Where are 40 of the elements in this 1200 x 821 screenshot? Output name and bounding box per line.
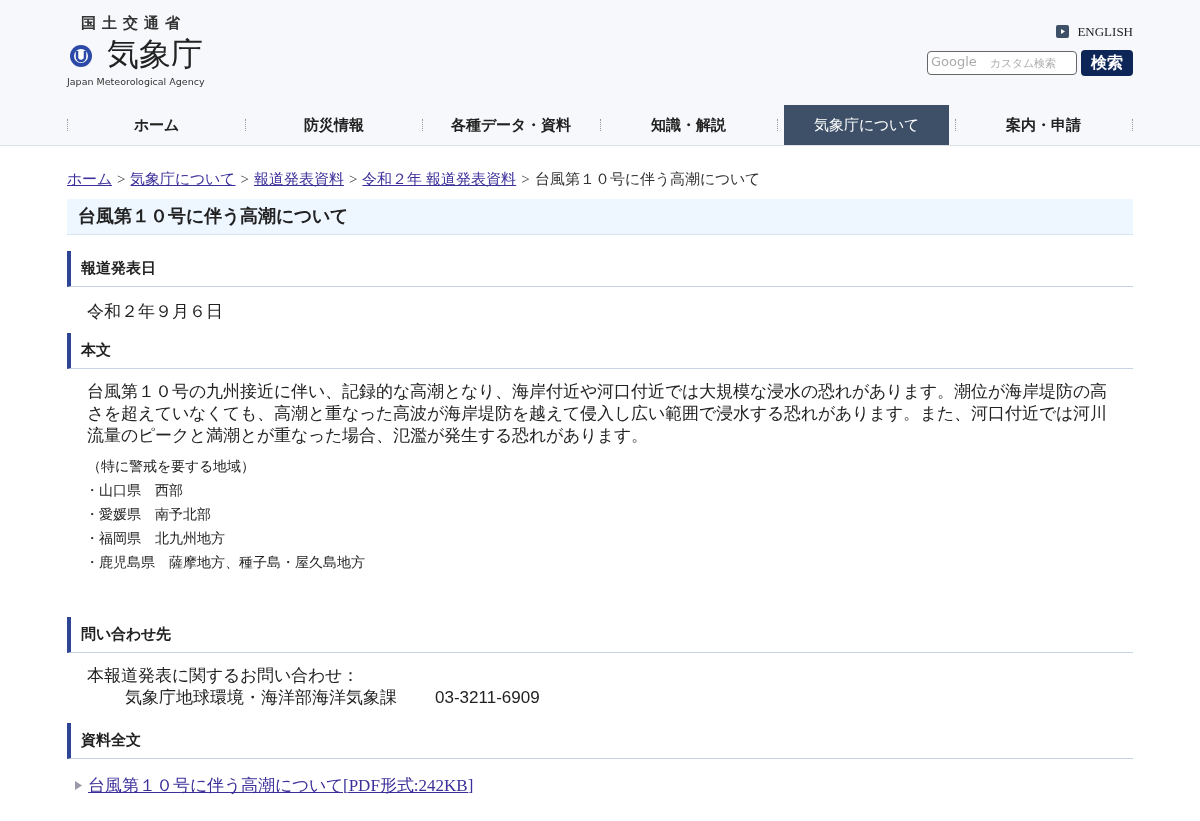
english-label[interactable]: ENGLISH bbox=[1077, 22, 1133, 42]
region-note: （特に警戒を要する地域） bbox=[87, 457, 256, 476]
contact-phone: 03-3211-6909 bbox=[435, 686, 540, 709]
play-icon bbox=[1056, 25, 1070, 39]
contact-department: 気象庁地球環境・海洋部海洋気象課 bbox=[125, 686, 397, 709]
pdf-link[interactable]: 台風第１０号に伴う高潮について[PDF形式:242KB] bbox=[88, 772, 474, 798]
release-date: 令和２年９月６日 bbox=[87, 300, 224, 323]
search-button[interactable]: 検索 bbox=[1081, 49, 1133, 76]
nav-tab[interactable]: 防災情報 bbox=[251, 105, 416, 145]
breadcrumb-link[interactable]: 令和２年 報道発表資料 bbox=[362, 168, 517, 191]
ministry-name: 国土交通省 bbox=[81, 13, 187, 34]
nav-tab[interactable]: ホーム bbox=[74, 105, 239, 145]
breadcrumb-separator: > bbox=[117, 170, 126, 189]
breadcrumb-current: 台風第１０号に伴う高潮について bbox=[534, 170, 760, 189]
agency-english-name: Japan Meteorological Agency bbox=[67, 74, 205, 89]
section-heading: 資料全文 bbox=[81, 730, 141, 750]
region-item: ・鹿児島県 薩摩地方、種子島・屋久島地方 bbox=[85, 553, 366, 572]
contact-intro: 本報道発表に関するお問い合わせ： bbox=[87, 664, 360, 687]
section-heading: 問い合わせ先 bbox=[81, 624, 171, 644]
breadcrumb-separator: > bbox=[240, 170, 249, 189]
nav-tab[interactable]: 案内・申請 bbox=[961, 105, 1126, 145]
breadcrumb-link[interactable]: 報道発表資料 bbox=[253, 168, 344, 191]
region-item: ・福岡県 北九州地方 bbox=[85, 529, 226, 548]
nav-tab[interactable]: 気象庁について bbox=[784, 105, 949, 145]
english-link[interactable]: ENGLISH bbox=[1056, 22, 1133, 42]
search-brand-label: Google bbox=[931, 52, 977, 71]
bullet-icon bbox=[75, 780, 82, 790]
page-title: 台風第１０号に伴う高潮について bbox=[78, 204, 348, 228]
agency-name: 気象庁 bbox=[107, 37, 203, 70]
breadcrumb-link[interactable]: ホーム bbox=[67, 168, 112, 191]
region-item: ・山口県 西部 bbox=[85, 481, 184, 500]
nav-tab[interactable]: 知識・解説 bbox=[606, 105, 771, 145]
breadcrumb-separator: > bbox=[348, 170, 358, 189]
body-paragraph: 台風第１０号の九州接近に伴い、記録的な高潮となり、海岸付近や河口付近では大規模な浸水の恐れがあります。潮位が海岸堤防の高さを超えていなくても、高潮と重なった高波が海岸堤防を越えて侵入し広い範囲で浸水する恐れがあります。また、河口付近では河川流量のピークと満潮とが重なった場合、氾濫が発生する恐れがあります。 bbox=[87, 380, 1108, 447]
breadcrumb-separator: > bbox=[521, 170, 530, 189]
section-heading: 報道発表日 bbox=[81, 258, 156, 278]
region-item: ・愛媛県 南予北部 bbox=[85, 505, 212, 524]
nav-tab[interactable]: 各種データ・資料 bbox=[429, 105, 594, 145]
section-heading: 本文 bbox=[81, 340, 111, 360]
breadcrumb-link[interactable]: 気象庁について bbox=[130, 168, 236, 191]
